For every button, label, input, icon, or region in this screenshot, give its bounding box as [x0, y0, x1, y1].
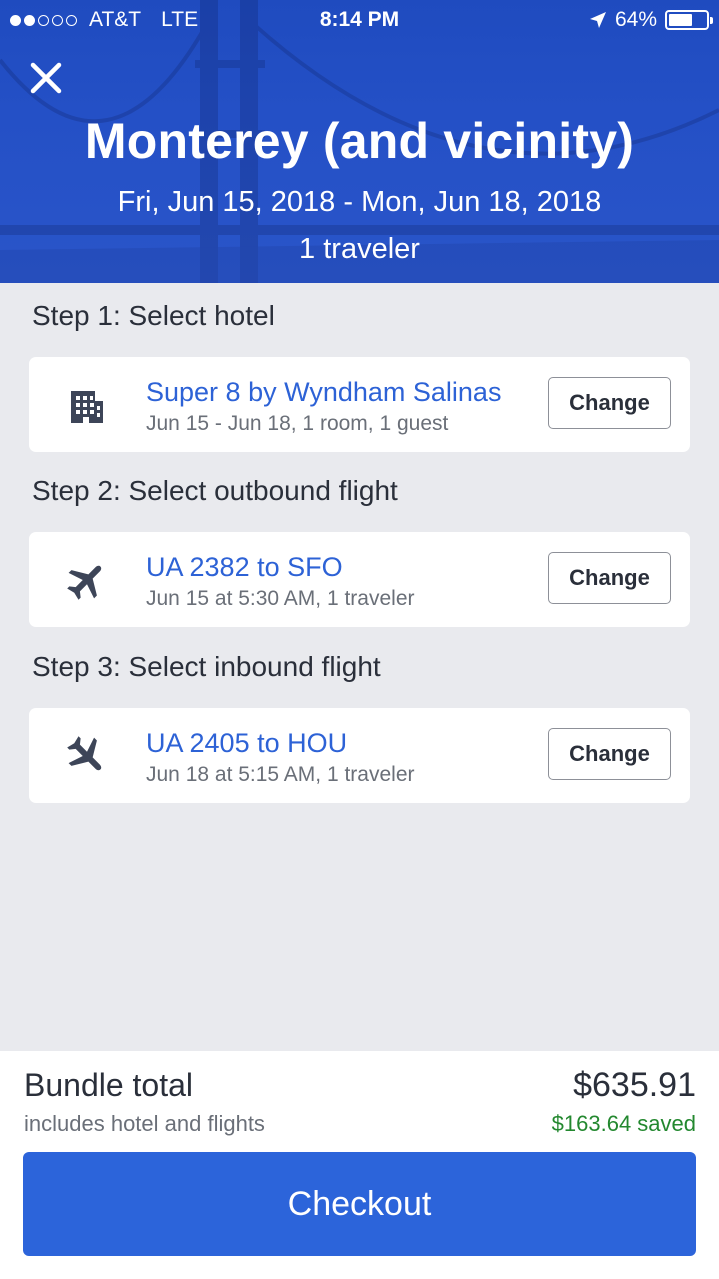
trip-header: AT&T LTE 8:14 PM 64% Monterey (and vicin…: [0, 0, 719, 283]
bundle-savings: $163.64 saved: [551, 1111, 696, 1136]
airplane-icon: [67, 736, 102, 771]
traveler-count: 1 traveler: [299, 233, 420, 265]
outbound-flight-details: Jun 15 at 5:30 AM, 1 traveler: [146, 587, 415, 610]
bundle-price: $635.91: [573, 1066, 696, 1104]
location-arrow-icon: [589, 12, 606, 28]
step-heading-outbound: Step 2: Select outbound flight: [32, 475, 398, 506]
battery-icon: [665, 10, 713, 30]
bundle-includes-text: includes hotel and flights: [24, 1111, 265, 1136]
inbound-flight-details: Jun 18 at 5:15 AM, 1 traveler: [146, 763, 415, 786]
close-icon[interactable]: [28, 60, 64, 96]
bundle-footer: Bundle total includes hotel and flights …: [0, 1051, 719, 1279]
inbound-flight-link[interactable]: UA 2405 to HOU: [146, 728, 347, 759]
trip-dates: Fri, Jun 15, 2018 - Mon, Jun 18, 2018: [117, 186, 602, 218]
destination-title: Monterey (and vicinity): [84, 113, 635, 169]
change-outbound-button[interactable]: Change: [548, 552, 671, 604]
bundle-total-label: Bundle total: [24, 1067, 194, 1103]
step-heading-inbound: Step 3: Select inbound flight: [32, 651, 381, 682]
status-bar: AT&T LTE 8:14 PM 64%: [0, 0, 719, 40]
hotel-card[interactable]: Super 8 by Wyndham Salinas Jun 15 - Jun …: [29, 357, 690, 452]
change-inbound-button[interactable]: Change: [548, 728, 671, 780]
change-hotel-button[interactable]: Change: [548, 377, 671, 429]
outbound-flight-card[interactable]: UA 2382 to SFO Jun 15 at 5:30 AM, 1 trav…: [29, 532, 690, 627]
outbound-flight-link[interactable]: UA 2382 to SFO: [146, 552, 343, 583]
hotel-details: Jun 15 - Jun 18, 1 room, 1 guest: [146, 412, 449, 435]
step-heading-hotel: Step 1: Select hotel: [32, 300, 275, 331]
checkout-button[interactable]: Checkout: [23, 1152, 696, 1256]
hotel-name-link[interactable]: Super 8 by Wyndham Salinas: [146, 377, 501, 408]
airplane-icon: [67, 565, 102, 600]
inbound-flight-card[interactable]: UA 2405 to HOU Jun 18 at 5:15 AM, 1 trav…: [29, 708, 690, 803]
hotel-building-icon: [71, 391, 103, 423]
battery-percent: 64%: [614, 8, 657, 31]
